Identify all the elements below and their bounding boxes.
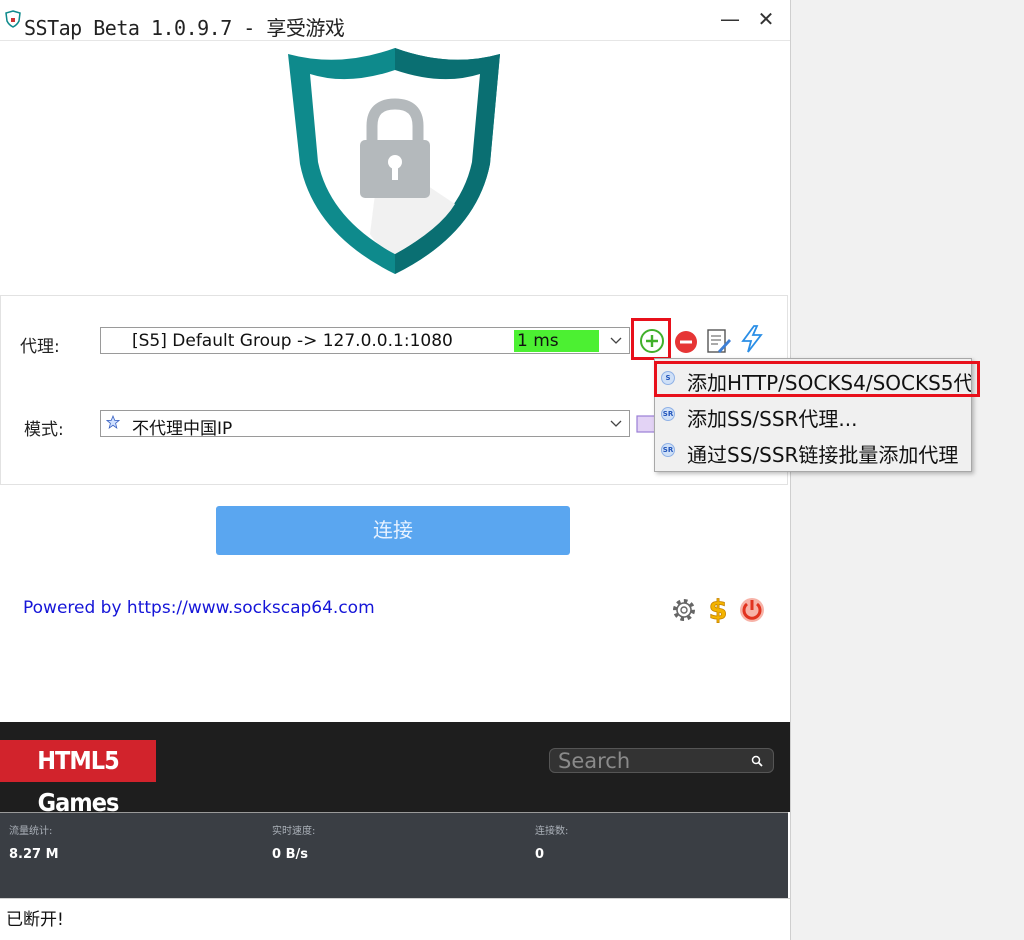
search-icon bbox=[751, 755, 763, 767]
speed-label: 实时速度: bbox=[272, 826, 316, 837]
gear-icon[interactable] bbox=[670, 596, 698, 624]
connection-status: 已断开! bbox=[6, 910, 64, 930]
shield-lock-icon bbox=[288, 48, 500, 274]
svg-text:$: $ bbox=[709, 595, 728, 623]
power-icon[interactable] bbox=[738, 595, 766, 623]
proxy-selected-value: [S5] Default Group -> 127.0.0.1:1080 bbox=[132, 331, 453, 351]
traffic-label: 流量统计: bbox=[9, 826, 53, 837]
mode-label: 模式: bbox=[24, 420, 64, 440]
chevron-down-icon bbox=[610, 337, 622, 344]
window-title: SSTap Beta 1.0.9.7 - 享受游戏 bbox=[24, 16, 345, 40]
menu-item-add-ss-ssr[interactable]: SR 添加SS/SSR代理... bbox=[655, 397, 971, 433]
speed-value: 0 B/s bbox=[272, 847, 308, 862]
star-icon bbox=[106, 415, 120, 429]
mode-select[interactable]: 不代理中国IP bbox=[100, 410, 630, 439]
ssr-icon: SR bbox=[661, 407, 675, 421]
close-button[interactable]: ✕ bbox=[748, 4, 784, 34]
status-bar bbox=[0, 898, 790, 940]
menu-item-batch-add-ss-ssr[interactable]: SR 通过SS/SSR链接批量添加代理 bbox=[655, 433, 971, 469]
ssr-icon: SR bbox=[661, 443, 675, 457]
app-shield-icon bbox=[5, 10, 21, 28]
mode-selected-value: 不代理中国IP bbox=[132, 419, 233, 439]
title-bar: SSTap Beta 1.0.9.7 - 享受游戏 — ✕ bbox=[0, 0, 790, 41]
banner-search-placeholder: Search bbox=[558, 749, 631, 773]
connect-button[interactable]: 连接 bbox=[216, 506, 570, 555]
proxy-label: 代理: bbox=[20, 337, 60, 357]
proxy-select[interactable]: [S5] Default Group -> 127.0.0.1:1080 1 m… bbox=[100, 327, 630, 354]
connections-value: 0 bbox=[535, 847, 545, 862]
menu-item-label: 通过SS/SSR链接批量添加代理 bbox=[687, 443, 959, 467]
menu-item-highlight bbox=[654, 361, 980, 397]
banner-search-input[interactable]: Search bbox=[549, 748, 774, 773]
minimize-button[interactable]: — bbox=[712, 4, 748, 34]
menu-item-label: 添加SS/SSR代理... bbox=[687, 407, 858, 431]
add-button-highlight bbox=[631, 318, 671, 360]
connections-label: 连接数: bbox=[535, 826, 569, 837]
dollar-icon[interactable]: $ bbox=[704, 595, 732, 623]
lightning-icon[interactable] bbox=[738, 325, 766, 353]
folder-icon[interactable] bbox=[636, 412, 656, 434]
remove-icon[interactable] bbox=[672, 328, 700, 356]
chevron-down-icon bbox=[610, 420, 622, 427]
edit-icon[interactable] bbox=[704, 327, 732, 355]
html5-games-logo[interactable]: HTML5 Games bbox=[0, 740, 156, 817]
stats-panel bbox=[0, 812, 788, 899]
powered-by-link[interactable]: Powered by https://www.sockscap64.com bbox=[23, 598, 375, 618]
latency-badge: 1 ms bbox=[514, 330, 599, 352]
traffic-value: 8.27 M bbox=[9, 847, 59, 862]
